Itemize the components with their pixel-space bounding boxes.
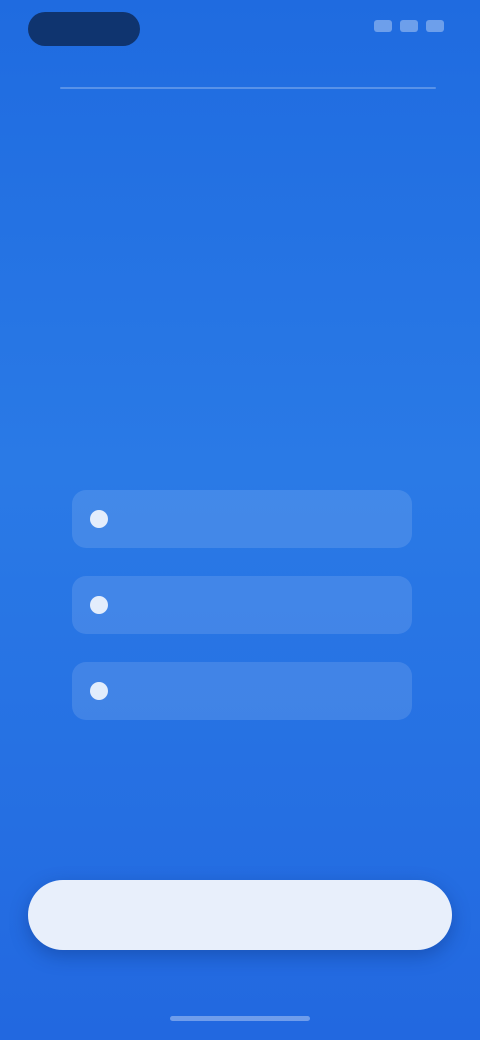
wifi-icon <box>400 20 418 32</box>
option-item[interactable] <box>72 662 412 720</box>
option-item[interactable] <box>72 490 412 548</box>
signal-icon <box>374 20 392 32</box>
header-divider <box>60 87 436 89</box>
status-bar <box>0 0 480 60</box>
option-item[interactable] <box>72 576 412 634</box>
status-icons <box>374 20 444 32</box>
bullet-icon <box>90 682 108 700</box>
status-time <box>28 12 140 46</box>
home-indicator <box>170 1016 310 1021</box>
battery-icon <box>426 20 444 32</box>
bullet-icon <box>90 596 108 614</box>
header <box>44 76 436 100</box>
continue-button[interactable] <box>28 880 452 950</box>
bullet-icon <box>90 510 108 528</box>
options-list <box>72 490 412 748</box>
